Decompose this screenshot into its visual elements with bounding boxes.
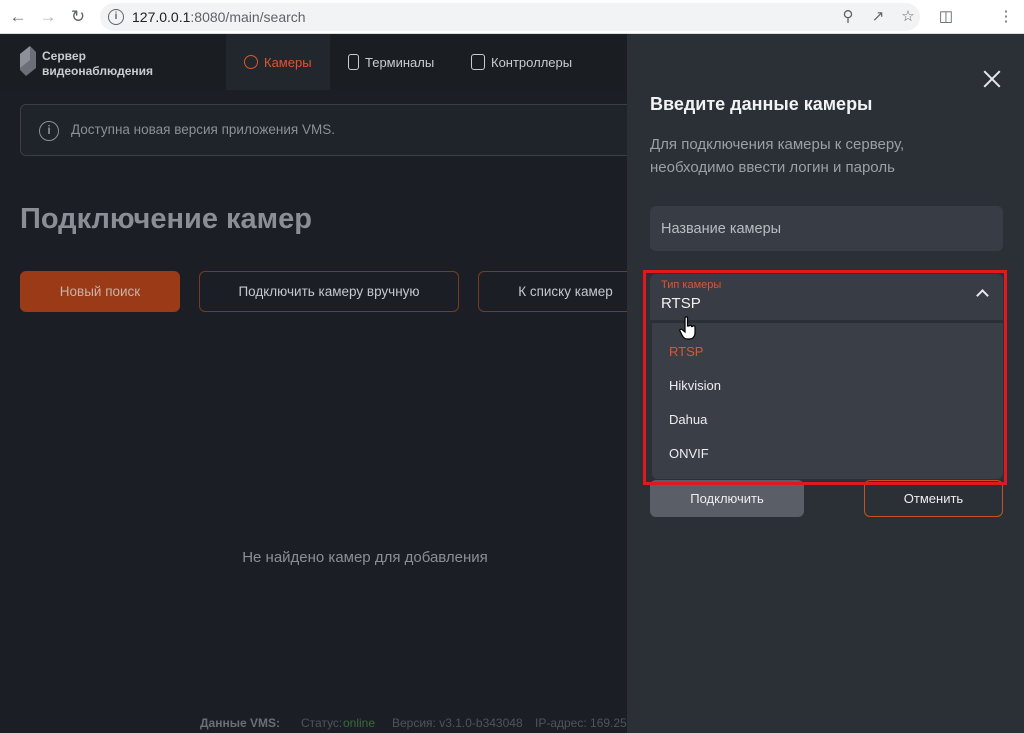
tab-cameras[interactable]: Камеры <box>226 34 330 90</box>
manual-connect-button[interactable]: Подключить камеру вручную <box>199 271 459 312</box>
camera-name-input[interactable]: Название камеры <box>650 206 1003 251</box>
chevron-up-icon <box>976 289 989 302</box>
logo-text: Сервер видеонаблюдения <box>42 49 154 78</box>
option-onvif[interactable]: ONVIF <box>669 446 709 461</box>
back-icon[interactable]: ← <box>6 5 30 29</box>
key-icon[interactable]: ⚲ <box>836 5 860 29</box>
status-value: online <box>343 716 376 730</box>
page-title: Подключение камер <box>20 203 312 235</box>
option-hikvision[interactable]: Hikvision <box>669 378 721 393</box>
close-icon[interactable] <box>983 70 1001 88</box>
option-rtsp[interactable]: RTSP <box>669 344 703 359</box>
hand-cursor-icon <box>679 316 696 340</box>
cancel-button[interactable]: Отменить <box>864 480 1003 517</box>
star-icon[interactable]: ☆ <box>896 5 920 29</box>
logo-icon <box>20 46 36 76</box>
panel-title: Введите данные камеры <box>650 94 873 114</box>
app: Сервер видеонаблюдения Камеры Терминалы … <box>0 34 1024 733</box>
footer: Данные VMS: Статус: online Версия: v3.1.… <box>0 712 633 733</box>
connect-button[interactable]: Подключить <box>650 480 804 517</box>
add-camera-panel: Введите данные камеры Для подключения ка… <box>627 34 1024 733</box>
share-icon[interactable]: ↗ <box>866 5 890 29</box>
empty-state-text: Не найдено камер для добавления <box>242 549 488 566</box>
notice-text: Доступна новая версия приложения VMS. <box>71 122 335 137</box>
panel-description: Для подключения камеры к серверу, необхо… <box>650 136 905 176</box>
option-dahua[interactable]: Dahua <box>669 412 707 427</box>
update-notice: i Доступна новая версия приложения VMS. <box>20 104 650 156</box>
status-label: Статус: <box>301 716 343 730</box>
new-search-button[interactable]: Новый поиск <box>20 271 180 312</box>
version-text: Версия: v3.1.0-b343048 <box>392 716 523 730</box>
tab-terminals[interactable]: Терминалы <box>348 34 434 90</box>
ip-text: IP-адрес: 169.254 <box>535 716 634 730</box>
footer-label: Данные VMS: <box>200 716 280 730</box>
camera-type-select[interactable]: Тип камеры RTSP <box>650 274 1003 320</box>
address-bar[interactable]: i 127.0.0.1:8080/main/search <box>100 3 920 31</box>
camera-type-value: RTSP <box>661 295 701 312</box>
url-text: 127.0.0.1:8080/main/search <box>132 9 306 25</box>
app-header: Сервер видеонаблюдения Камеры Терминалы … <box>0 34 627 90</box>
info-icon: i <box>39 121 59 141</box>
phone-icon <box>348 54 359 70</box>
site-info-icon[interactable]: i <box>108 9 124 25</box>
forward-icon[interactable]: → <box>36 5 60 29</box>
reload-icon[interactable]: ↻ <box>66 5 90 29</box>
menu-icon[interactable]: ⋮ <box>994 5 1018 29</box>
browser-toolbar: ← → ↻ i 127.0.0.1:8080/main/search ⚲ ↗ ☆… <box>0 0 1024 34</box>
camera-type-label: Тип камеры <box>661 279 722 291</box>
tab-controllers[interactable]: Контроллеры <box>471 34 572 90</box>
camera-name-placeholder: Название камеры <box>661 221 782 237</box>
main-content: i Доступна новая версия приложения VMS. … <box>0 90 653 733</box>
camera-icon <box>244 55 258 69</box>
controller-icon <box>471 54 485 70</box>
sidepanel-icon[interactable]: ◫ <box>934 5 958 29</box>
camera-type-dropdown: RTSP Hikvision Dahua ONVIF <box>652 323 1003 479</box>
